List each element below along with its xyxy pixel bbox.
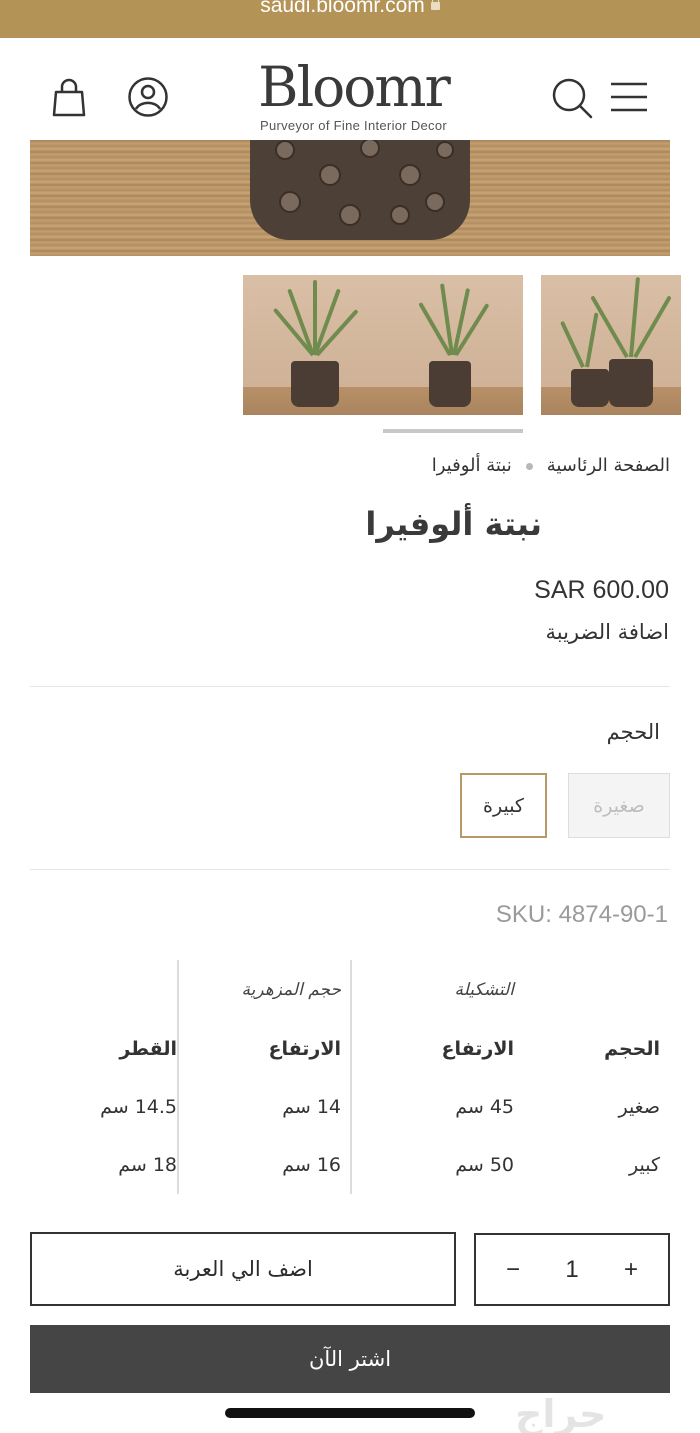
table-divider xyxy=(350,960,352,1194)
table-cell: 16 سم xyxy=(282,1154,341,1176)
quantity-decrease-button[interactable]: − xyxy=(506,1256,520,1284)
quantity-increase-button[interactable]: + xyxy=(624,1256,638,1284)
breadcrumb-separator xyxy=(525,462,533,470)
table-cell: كبير xyxy=(629,1154,660,1176)
studded-pot xyxy=(250,140,470,240)
menu-icon[interactable] xyxy=(610,82,648,112)
divider xyxy=(30,869,670,870)
lock-icon xyxy=(430,0,440,10)
quantity-value[interactable]: 1 xyxy=(565,1256,578,1284)
column-header-height: الارتفاع xyxy=(441,1038,514,1060)
column-header-diameter: القطر xyxy=(119,1038,177,1060)
table-cell: 18 سم xyxy=(118,1154,177,1176)
thumbnail-active-indicator xyxy=(383,429,523,433)
thumbnail-image[interactable] xyxy=(383,275,523,415)
breadcrumb-current: نبتة ألوفيرا xyxy=(431,455,512,476)
logo-tagline: Purveyor of Fine Interior Decor xyxy=(259,118,448,133)
thumbnail-image[interactable] xyxy=(541,275,681,415)
add-to-cart-button[interactable]: اضف الي العربة xyxy=(30,1232,456,1306)
size-option-small[interactable]: صغيرة xyxy=(568,773,670,838)
quantity-stepper: − 1 + xyxy=(474,1233,670,1306)
group-header-arrangement: التشكيلة xyxy=(454,980,514,1000)
product-main-image[interactable] xyxy=(30,140,670,256)
breadcrumb: الصفحة الرئاسية نبتة ألوفيرا xyxy=(432,455,670,476)
search-icon[interactable] xyxy=(550,76,594,120)
site-header: Bloomr Purveyor of Fine Interior Decor xyxy=(0,38,700,140)
thumbnail-strip xyxy=(243,275,700,415)
thumbnail-image[interactable] xyxy=(243,275,383,415)
browser-url-bar[interactable]: saudi.bloomr.com xyxy=(0,0,700,38)
group-header-vase: حجم المزهرية xyxy=(241,980,341,1000)
product-price: SAR 600.00 xyxy=(534,576,669,604)
sku-text: SKU: 4874-90-1 xyxy=(495,901,668,928)
column-header-size: الحجم xyxy=(604,1038,660,1060)
haraj-watermark: حراج xyxy=(515,1392,607,1433)
table-cell: 45 سم xyxy=(455,1096,514,1118)
table-cell: 14 سم xyxy=(282,1096,341,1118)
cart-bag-icon[interactable] xyxy=(50,78,88,118)
url-text: saudi.bloomr.com xyxy=(0,0,700,18)
size-label: الحجم xyxy=(606,720,660,744)
table-cell: 50 سم xyxy=(455,1154,514,1176)
home-indicator[interactable] xyxy=(225,1408,475,1418)
bloomr-logo[interactable]: Bloomr Purveyor of Fine Interior Decor xyxy=(246,60,461,140)
table-divider xyxy=(177,960,179,1194)
logo-wordmark: Bloomr xyxy=(258,55,451,119)
breadcrumb-home[interactable]: الصفحة الرئاسية xyxy=(547,455,670,476)
buy-now-button[interactable]: اشتر الآن xyxy=(30,1325,670,1393)
table-cell: 14.5 سم xyxy=(100,1096,177,1118)
tax-note: اضافة الضريبة xyxy=(545,620,669,644)
table-cell: صغير xyxy=(618,1096,660,1118)
product-title: نبتة ألوفيرا xyxy=(365,505,542,543)
dimensions-table: التشكيلة حجم المزهرية الحجم الارتفاع الا… xyxy=(0,960,700,1200)
size-option-large[interactable]: كبيرة xyxy=(460,773,547,838)
account-icon[interactable] xyxy=(127,76,169,118)
column-header-vase-height: الارتفاع xyxy=(268,1038,341,1060)
divider xyxy=(30,686,670,687)
